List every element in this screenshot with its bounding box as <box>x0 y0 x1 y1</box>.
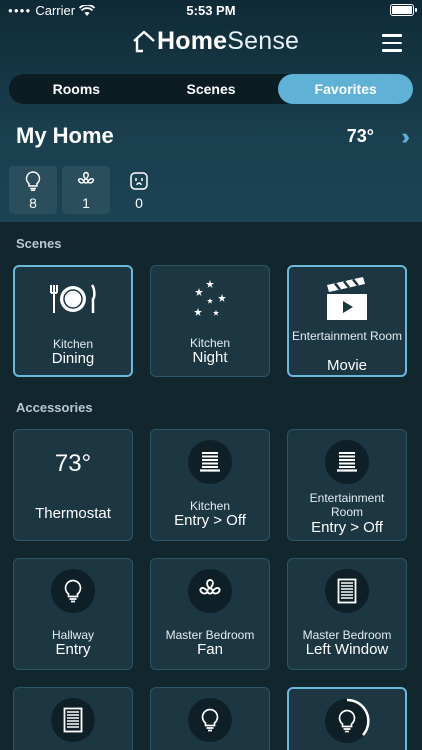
chevron-right-icon[interactable]: ›› <box>401 124 409 150</box>
fans-count: 1 <box>82 195 90 211</box>
accessory-name-label: Entry > Off <box>174 512 246 529</box>
blinds-icon <box>200 452 220 472</box>
scene-room-label: Entertainment Room <box>291 329 403 343</box>
fan-icon <box>199 579 221 595</box>
window-icon <box>337 578 357 604</box>
accessory-room-label-line1: Entertainment <box>309 491 385 505</box>
accessory-hallway-entry[interactable]: Hallway Entry <box>13 558 133 670</box>
scene-room-label: Kitchen <box>189 336 231 350</box>
app-logo: HomeSense <box>132 26 299 56</box>
accessory-master-bedroom-left-window[interactable]: Master Bedroom Left Window <box>287 558 407 670</box>
accessory-name-label: Entry <box>55 641 91 658</box>
accessory-name-label: Left Window <box>305 641 389 658</box>
blinds-icon <box>337 452 357 472</box>
accessory-name-label: Entry > Off <box>311 519 383 536</box>
battery-icon <box>390 4 417 16</box>
tab-favorites[interactable]: Favorites <box>278 74 414 104</box>
window-icon <box>63 707 83 733</box>
scene-name-label: Night <box>192 349 228 366</box>
scene-kitchen-dining[interactable]: Kitchen Dining <box>13 265 133 377</box>
accessory-room-label: Kitchen <box>189 499 231 513</box>
scene-name-label: Dining <box>51 350 95 367</box>
status-time: 5:53 PM <box>186 3 236 18</box>
menu-icon[interactable] <box>382 34 402 52</box>
accessory-master-bedroom-fan[interactable]: Master Bedroom Fan <box>150 558 270 670</box>
lightbulb-icon <box>64 579 82 603</box>
dimmer-ring-icon <box>346 698 370 736</box>
fans-summary[interactable]: 1 <box>62 166 110 214</box>
accessory-window-tile[interactable] <box>13 687 133 750</box>
stars-icon <box>194 280 226 316</box>
outlets-count: 0 <box>135 195 143 211</box>
scene-room-label: Kitchen <box>52 337 94 351</box>
house-icon <box>133 30 155 53</box>
home-title[interactable]: My Home <box>16 123 114 149</box>
accessory-dimmer-tile[interactable] <box>287 687 407 750</box>
lights-count: 8 <box>29 195 37 211</box>
view-tabs: Rooms Scenes Favorites <box>9 74 414 104</box>
lightbulb-icon <box>201 708 219 732</box>
scene-kitchen-night[interactable]: Kitchen Night <box>150 265 270 377</box>
status-bar: ●●●● Carrier 5:53 PM <box>0 0 422 22</box>
accessories-section-label: Accessories <box>16 400 93 415</box>
scenes-section-label: Scenes <box>16 236 62 251</box>
fan-icon <box>77 171 95 184</box>
dining-icon <box>50 284 96 313</box>
lightbulb-icon <box>25 171 41 191</box>
scene-entertainment-movie[interactable]: Entertainment Room Movie <box>287 265 407 377</box>
lights-summary[interactable]: 8 <box>9 166 57 214</box>
accessory-name-label: Thermostat <box>35 505 111 522</box>
accessory-room-label: Master Bedroom <box>302 628 392 642</box>
tab-rooms[interactable]: Rooms <box>9 74 144 104</box>
outlet-icon <box>130 172 148 190</box>
tab-scenes[interactable]: Scenes <box>144 74 279 104</box>
clapperboard-icon <box>327 277 367 320</box>
accessory-room-label-line2: Room <box>330 505 363 519</box>
accessory-room-label: Hallway <box>51 628 94 642</box>
accessory-room-label: Master Bedroom <box>165 628 255 642</box>
accessory-name-label: Fan <box>197 641 223 658</box>
scene-name-label: Movie <box>326 357 367 374</box>
thermostat-value: 73° <box>54 450 92 477</box>
accessory-light-tile[interactable] <box>150 687 270 750</box>
home-temperature: 73° <box>346 126 374 146</box>
accessory-kitchen-entry[interactable]: Kitchen Entry > Off <box>150 429 270 541</box>
brand-name: HomeSense <box>157 26 300 55</box>
outlets-summary[interactable]: 0 <box>115 166 163 214</box>
accessory-thermostat[interactable]: 73° Thermostat <box>13 429 133 541</box>
accessory-entertainment-entry[interactable]: Entertainment Room Entry > Off <box>287 429 407 541</box>
